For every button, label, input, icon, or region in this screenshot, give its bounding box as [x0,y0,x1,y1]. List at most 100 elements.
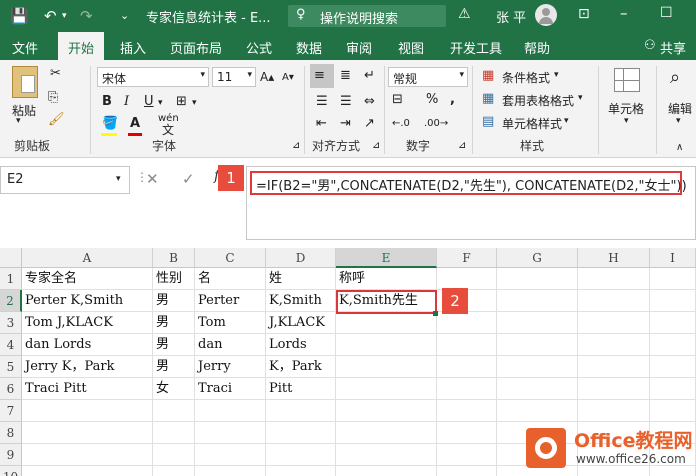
cell-g3[interactable] [497,312,578,334]
cells-dropdown-icon[interactable]: ▾ [624,116,629,126]
cell-g2[interactable] [497,290,578,312]
column-header-e[interactable]: E [336,248,437,268]
increase-decimal-icon[interactable]: ←.0 [392,116,410,132]
cell-i5[interactable] [650,356,696,378]
cell-f6[interactable] [437,378,497,400]
redo-icon[interactable]: ↷ [80,7,93,25]
cell-i7[interactable] [650,400,696,422]
cell-b2[interactable]: 男 [153,290,195,312]
row-header-8[interactable]: 8 [0,422,22,444]
tab-insert[interactable]: 插入 [120,38,146,57]
column-header-b[interactable]: B [153,248,195,268]
increase-indent-icon[interactable]: ⇥ [340,116,351,132]
cell-a5[interactable]: Jerry K，Park [22,356,153,378]
cell-f1[interactable] [437,268,497,290]
conditional-format-button[interactable]: 条件格式 [502,69,550,86]
tab-review[interactable]: 审阅 [346,38,372,57]
column-header-c[interactable]: C [195,248,266,268]
font-name-dropdown[interactable]: 宋体 ▾ [97,67,209,87]
cell-b3[interactable]: 男 [153,312,195,334]
conditional-format-dropdown-icon[interactable]: ▾ [554,70,559,80]
column-header-f[interactable]: F [437,248,497,268]
cell-a2[interactable]: Perter K,Smith [22,290,153,312]
cell-a7[interactable] [22,400,153,422]
cell-f10[interactable] [437,466,497,476]
alignment-launcher-icon[interactable]: ⊿ [372,138,380,154]
cell-d5[interactable]: K，Park [266,356,336,378]
orientation-icon[interactable]: ↗ [364,116,375,132]
cell-i6[interactable] [650,378,696,400]
cell-b6[interactable]: 女 [153,378,195,400]
cell-i10[interactable] [650,466,696,476]
formula-text[interactable]: =IF(B2="男",CONCATENATE(D2,"先生"), CONCATE… [250,171,687,195]
cell-c7[interactable] [195,400,266,422]
cut-icon[interactable]: ✂ [50,66,61,82]
underline-dropdown-icon[interactable]: ▾ [158,95,163,111]
minimize-icon[interactable]: – [620,4,628,22]
copy-icon[interactable]: ⎘ [48,90,58,106]
middle-align-icon[interactable]: ≡ [314,68,325,84]
cell-a10[interactable] [22,466,153,476]
align-center-icon[interactable]: ☰ [340,94,352,110]
cell-d6[interactable]: Pitt [266,378,336,400]
cell-style-dropdown-icon[interactable]: ▾ [564,116,569,126]
cell-h7[interactable] [578,400,650,422]
cell-f7[interactable] [437,400,497,422]
cell-g4[interactable] [497,334,578,356]
cell-d4[interactable]: Lords [266,334,336,356]
fill-color-icon[interactable]: 🪣 [102,116,118,132]
select-all-corner[interactable] [0,248,22,268]
number-launcher-icon[interactable]: ⊿ [458,138,466,154]
cell-f4[interactable] [437,334,497,356]
font-color-icon[interactable]: A [130,116,140,132]
cell-c5[interactable]: Jerry [195,356,266,378]
cell-g1[interactable] [497,268,578,290]
cell-d7[interactable] [266,400,336,422]
cell-f3[interactable] [437,312,497,334]
decrease-indent-icon[interactable]: ⇤ [316,116,327,132]
row-header-1[interactable]: 1 [0,268,22,290]
tab-formulas[interactable]: 公式 [246,38,272,57]
cell-e5[interactable] [336,356,437,378]
cell-e7[interactable] [336,400,437,422]
font-size-dropdown[interactable]: 11 ▾ [212,67,256,87]
user-name[interactable]: 张 平 [496,7,526,26]
cell-d8[interactable] [266,422,336,444]
warning-icon[interactable]: ⚠ [458,6,471,22]
cell-b10[interactable] [153,466,195,476]
edit-button[interactable]: 编辑 [668,100,692,117]
cell-h10[interactable] [578,466,650,476]
cell-f5[interactable] [437,356,497,378]
table-format-button[interactable]: 套用表格格式 [502,92,574,109]
collapse-ribbon-icon[interactable]: ∧ [676,140,683,156]
cell-i3[interactable] [650,312,696,334]
row-header-5[interactable]: 5 [0,356,22,378]
cell-e8[interactable] [336,422,437,444]
tab-file[interactable]: 文件 [12,38,38,57]
cell-h5[interactable] [578,356,650,378]
row-header-6[interactable]: 6 [0,378,22,400]
cell-e3[interactable] [336,312,437,334]
wrap-text-icon[interactable]: ↵ [364,68,375,84]
paste-dropdown-icon[interactable]: ▾ [16,116,21,126]
cell-a4[interactable]: dan Lords [22,334,153,356]
cell-h1[interactable] [578,268,650,290]
cell-b7[interactable] [153,400,195,422]
cell-c8[interactable] [195,422,266,444]
cell-b9[interactable] [153,444,195,466]
shrink-font-icon[interactable]: A▾ [282,70,294,86]
cancel-icon[interactable]: ✕ [146,170,159,188]
cell-g6[interactable] [497,378,578,400]
undo-dropdown-icon[interactable]: ▾ [62,11,67,21]
cell-style-button[interactable]: 单元格样式 [502,115,562,132]
grow-font-icon[interactable]: A▴ [260,69,274,85]
column-header-i[interactable]: I [650,248,696,268]
tab-home[interactable]: 开始 [58,32,104,60]
tab-developer[interactable]: 开发工具 [450,38,502,57]
customize-toolbar-icon[interactable]: ⌄ [120,9,129,22]
save-icon[interactable]: 💾 [10,7,29,25]
cell-b1[interactable]: 性别 [153,268,195,290]
cell-c2[interactable]: Perter [195,290,266,312]
cell-h4[interactable] [578,334,650,356]
avatar[interactable] [535,4,557,26]
